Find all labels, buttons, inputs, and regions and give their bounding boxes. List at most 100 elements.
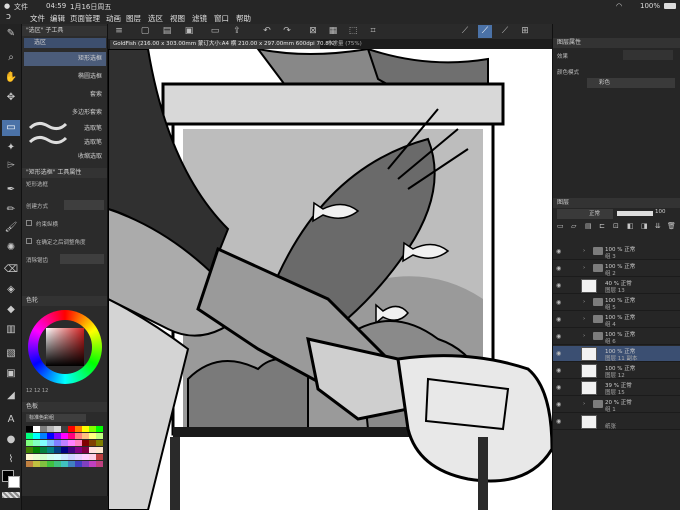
mask-apply-icon[interactable]: ◨ — [641, 222, 648, 230]
tab-goldfish[interactable]: GoldFish (216.00 x 303.00mm 蒙订大小:A4 横 21… — [110, 40, 336, 49]
color-swatch[interactable] — [61, 426, 68, 432]
color-swatch[interactable] — [33, 454, 40, 460]
layer-row[interactable]: ◉ › 100 % 正常组 2 — [553, 261, 680, 277]
app-logo-icon[interactable]: ↄ — [6, 12, 11, 22]
menu-view[interactable]: 视图 — [170, 13, 185, 24]
menu-layer[interactable]: 图层 — [126, 13, 141, 24]
visibility-eye-icon[interactable]: ◉ — [556, 248, 561, 255]
eraser-icon[interactable]: ⌫ — [2, 262, 20, 278]
zoom-icon[interactable]: ⌕ — [2, 50, 20, 66]
visibility-eye-icon[interactable]: ◉ — [556, 401, 561, 408]
layer-row[interactable]: ◉ 纸张 — [553, 414, 680, 430]
subtool-rect-marquee[interactable]: 矩形选框 — [24, 52, 106, 66]
visibility-eye-icon[interactable]: ◉ — [556, 265, 561, 272]
menu-filter[interactable]: 滤镜 — [192, 13, 207, 24]
text-icon[interactable]: A — [2, 412, 20, 428]
color-swatch[interactable] — [40, 426, 47, 432]
ruler-snap-icon[interactable]: ⟋ — [498, 25, 512, 38]
color-swatch[interactable] — [68, 447, 75, 453]
pencil-icon[interactable]: ✏ — [2, 202, 20, 218]
color-swatch[interactable] — [96, 433, 103, 439]
subtool-polyline[interactable]: 多边形套索 — [24, 106, 106, 120]
frame-icon[interactable]: ▣ — [2, 366, 20, 382]
color-swatch[interactable] — [40, 461, 47, 467]
color-swatch[interactable] — [40, 433, 47, 439]
folder-expand-icon[interactable]: › — [583, 333, 585, 339]
effect-buttons[interactable] — [623, 50, 673, 60]
shape-icon[interactable]: ▧ — [2, 346, 20, 362]
color-swatch[interactable] — [54, 454, 61, 460]
sub-color-swatch[interactable] — [8, 476, 20, 488]
new-folder-icon[interactable]: ▤ — [585, 222, 592, 230]
blend-icon[interactable]: ◈ — [2, 282, 20, 298]
layer-row[interactable]: ◉ 100 % 正常 图层 11 副本 — [553, 346, 680, 362]
color-swatch[interactable] — [54, 440, 61, 446]
grid-snap-icon[interactable]: ⊞ — [518, 25, 532, 38]
transparent-color-swatch[interactable] — [2, 492, 20, 498]
mask-icon[interactable]: ◧ — [627, 222, 634, 230]
creation-method-buttons[interactable] — [64, 200, 104, 210]
color-swatch[interactable] — [26, 447, 33, 453]
menu-edit[interactable]: 编辑 — [50, 13, 65, 24]
open-file-icon[interactable]: ▤ — [160, 25, 174, 38]
visibility-eye-icon[interactable]: ◉ — [556, 316, 561, 323]
pen-icon[interactable]: ✒ — [2, 182, 20, 198]
status-app-menu[interactable]: 文件 — [14, 2, 28, 12]
subtool-lasso[interactable]: 套索 — [24, 88, 106, 102]
selection-icon[interactable]: ▭ — [2, 120, 20, 136]
color-swatch[interactable] — [82, 447, 89, 453]
folder-expand-icon[interactable]: › — [583, 299, 585, 305]
canvas-area[interactable] — [108, 49, 552, 510]
color-swatch[interactable] — [61, 447, 68, 453]
color-swatch[interactable] — [40, 454, 47, 460]
menu-selection[interactable]: 选区 — [148, 13, 163, 24]
color-swatch[interactable] — [54, 461, 61, 467]
gradient-icon[interactable]: ▥ — [2, 322, 20, 338]
color-swatch[interactable] — [61, 461, 68, 467]
visibility-eye-icon[interactable]: ◉ — [556, 299, 561, 306]
menu-help[interactable]: 帮助 — [236, 13, 251, 24]
layer-row[interactable]: ◉ › 100 % 正常组 3 — [553, 244, 680, 260]
layer-row[interactable]: ◉ 40 % 正常 图层 13 — [553, 278, 680, 294]
color-swatch[interactable] — [75, 461, 82, 467]
color-swatch[interactable] — [40, 447, 47, 453]
color-swatch[interactable] — [47, 447, 54, 453]
layer-row[interactable]: ◉ › 20 % 正常组 1 — [553, 397, 680, 413]
color-swatch[interactable] — [26, 440, 33, 446]
menu-window[interactable]: 窗口 — [214, 13, 229, 24]
brush-icon[interactable]: 🖌 — [2, 220, 20, 236]
airbrush-icon[interactable]: ✺ — [2, 240, 20, 256]
color-swatch[interactable] — [47, 440, 54, 446]
new-vector-layer-icon[interactable]: ▱ — [571, 222, 576, 230]
layer-row[interactable]: ◉ 39 % 正常 图层 15 — [553, 380, 680, 396]
color-swatch[interactable] — [26, 454, 33, 460]
color-swatch[interactable] — [82, 440, 89, 446]
stroke-icon[interactable]: ⟋ — [458, 25, 472, 38]
color-swatch[interactable] — [68, 426, 75, 432]
deselect-icon[interactable]: ⬚ — [346, 25, 360, 38]
layer-row[interactable]: ◉ 100 % 正常 图层 12 — [553, 363, 680, 379]
color-swatch[interactable] — [89, 426, 96, 432]
layer-row[interactable]: ◉ › 100 % 正常组 4 — [553, 312, 680, 328]
menu-page[interactable]: 页面管理 — [70, 13, 100, 24]
color-swatch[interactable] — [89, 433, 96, 439]
color-swatch[interactable] — [89, 461, 96, 467]
undo-icon[interactable]: ↶ — [260, 25, 274, 38]
brush-settings-icon[interactable]: ✎ — [2, 26, 20, 42]
visibility-eye-icon[interactable]: ◉ — [556, 367, 561, 374]
adjust-angle-checkbox[interactable] — [26, 238, 32, 244]
color-swatch[interactable] — [33, 426, 40, 432]
color-swatch[interactable] — [96, 454, 103, 460]
subtool-ellipse-marquee[interactable]: 椭圆选框 — [24, 70, 106, 84]
layer-lock-buttons[interactable] — [557, 209, 587, 219]
color-swatch[interactable] — [26, 426, 33, 432]
visibility-eye-icon[interactable]: ◉ — [556, 333, 561, 340]
color-swatch[interactable] — [82, 454, 89, 460]
color-swatch[interactable] — [40, 440, 47, 446]
crop-icon[interactable]: ⌗ — [366, 25, 380, 38]
color-swatch[interactable] — [61, 440, 68, 446]
open-folder-icon[interactable]: ▭ — [208, 25, 222, 38]
color-swatch[interactable] — [82, 433, 89, 439]
color-swatch[interactable] — [26, 461, 33, 467]
delete-layer-icon[interactable]: 🗑 — [667, 222, 676, 230]
